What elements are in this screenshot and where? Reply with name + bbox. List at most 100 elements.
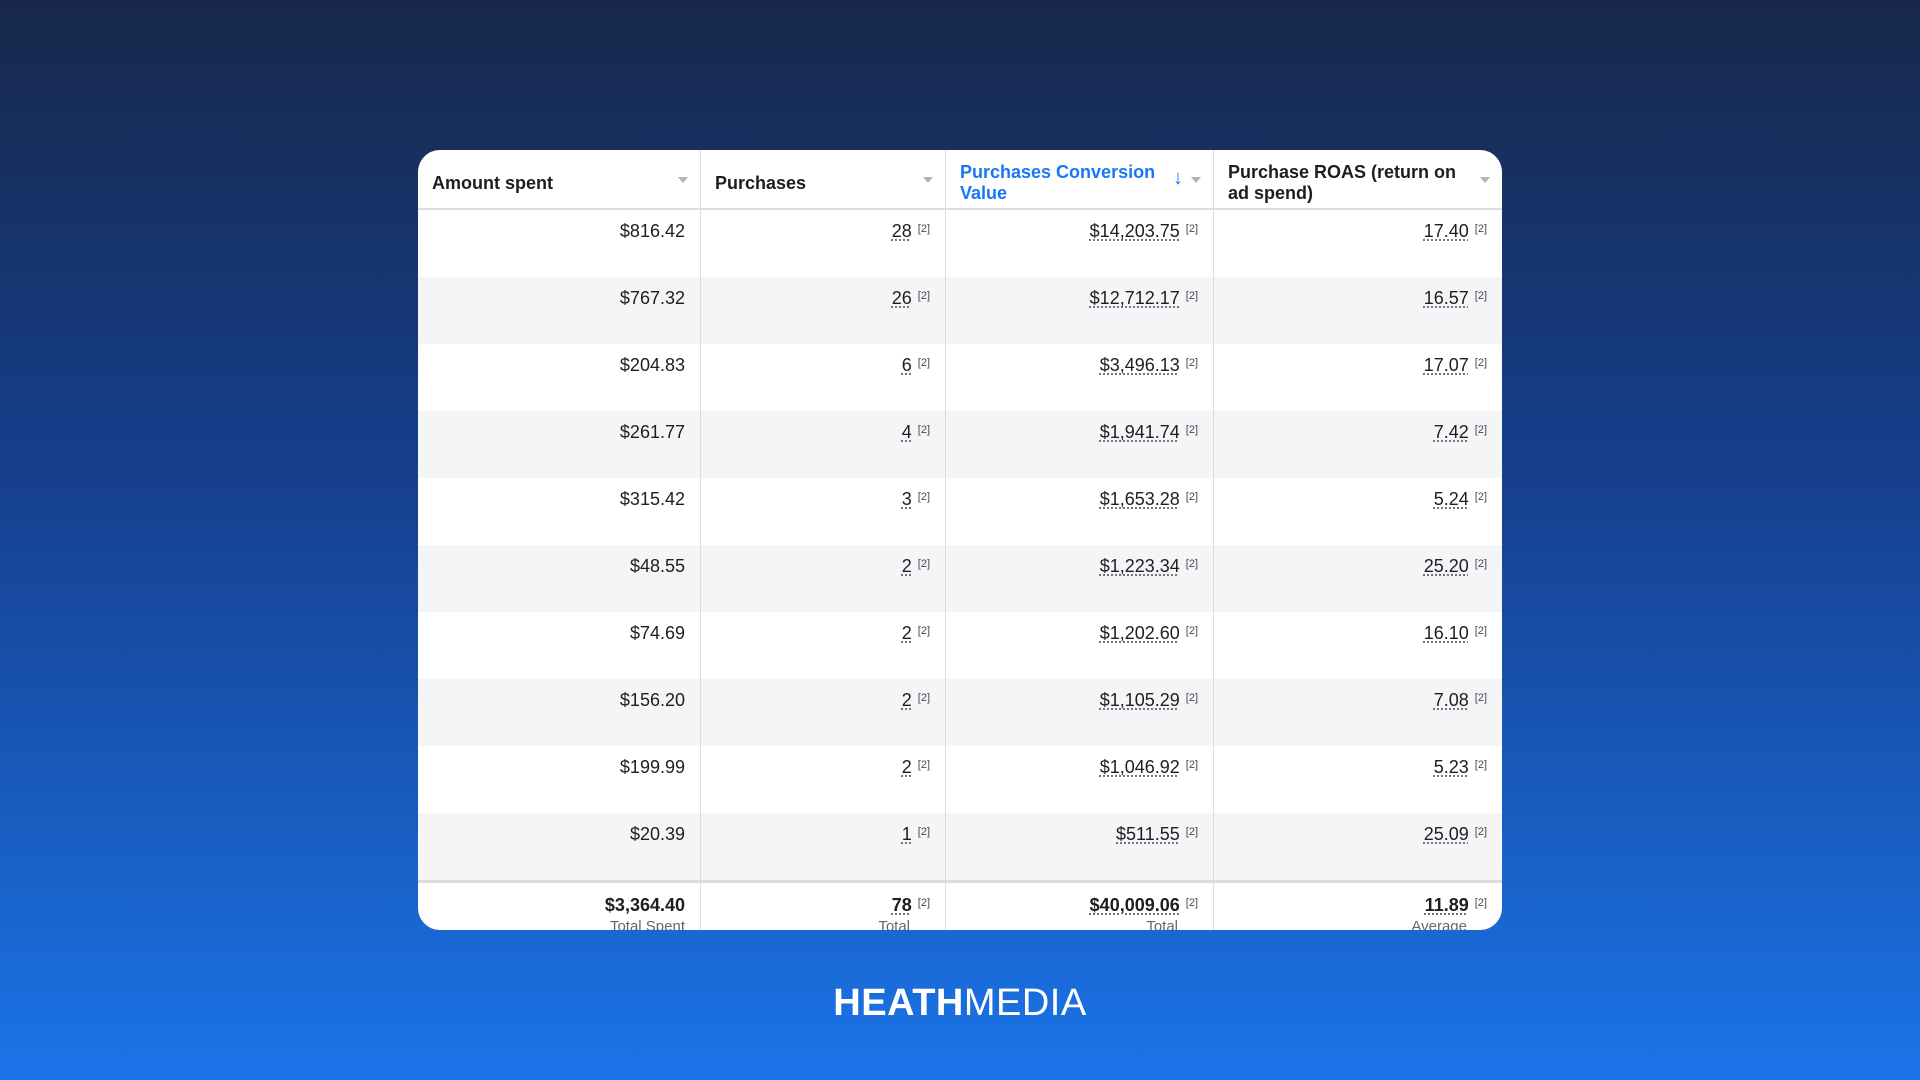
cell-value[interactable]: 17.07	[1424, 355, 1469, 375]
cell-value[interactable]: 7.08	[1434, 690, 1469, 710]
footnote-marker[interactable]: [2]	[1186, 625, 1198, 637]
footnote-marker[interactable]: [2]	[918, 223, 930, 235]
column-header-amount-spent[interactable]: Amount spent	[418, 150, 700, 208]
cell-value[interactable]: $1,202.60	[1100, 623, 1180, 643]
footnote-marker[interactable]: [2]	[1475, 223, 1487, 235]
footnote-marker[interactable]: [2]	[1475, 826, 1487, 838]
footnote-marker[interactable]: [2]	[1186, 357, 1198, 369]
cell-roas: 5.24 [2]	[1213, 478, 1502, 545]
footnote-marker[interactable]: [2]	[918, 290, 930, 302]
footnote-marker[interactable]: [2]	[1186, 424, 1198, 436]
caret-down-icon[interactable]	[678, 177, 688, 183]
cell-value[interactable]: 25.09	[1424, 824, 1469, 844]
cell-value[interactable]: 5.24	[1434, 489, 1469, 509]
footnote-marker[interactable]: [2]	[1475, 357, 1487, 369]
table-row: $204.83 6 [2] $3,496.13 [2] 17.07 [2]	[418, 344, 1502, 411]
column-header-label: Amount spent	[432, 172, 553, 193]
cell-value[interactable]: 2	[902, 690, 912, 710]
cell-conversion-value: $511.55 [2]	[945, 813, 1213, 880]
footnote-marker[interactable]: [2]	[1475, 692, 1487, 704]
table-row: $315.42 3 [2] $1,653.28 [2] 5.24 [2]	[418, 478, 1502, 545]
cell-value[interactable]: 25.20	[1424, 556, 1469, 576]
footnote-marker[interactable]: [2]	[1475, 491, 1487, 503]
cell-value[interactable]: 17.40	[1424, 221, 1469, 241]
footnote-marker[interactable]: [2]	[918, 759, 930, 771]
footnote-marker[interactable]: [2]	[1475, 897, 1487, 909]
cell-value[interactable]: 5.23	[1434, 757, 1469, 777]
footnote-marker[interactable]: [2]	[1186, 759, 1198, 771]
cell-value[interactable]: $1,223.34	[1100, 556, 1180, 576]
cell-value[interactable]: 16.57	[1424, 288, 1469, 308]
cell-value[interactable]: 1	[902, 824, 912, 844]
total-label: Total	[878, 918, 910, 930]
caret-down-icon[interactable]	[1480, 177, 1490, 183]
cell-value[interactable]: 2	[902, 623, 912, 643]
table-row: $20.39 1 [2] $511.55 [2] 25.09 [2]	[418, 813, 1502, 880]
cell-value[interactable]: 16.10	[1424, 623, 1469, 643]
footnote-marker[interactable]: [2]	[1186, 223, 1198, 235]
footnote-marker[interactable]: [2]	[1475, 290, 1487, 302]
cell-value[interactable]: 6	[902, 355, 912, 375]
total-value[interactable]: 78	[892, 895, 912, 915]
cell-value[interactable]: 2	[902, 556, 912, 576]
column-header-purchases-conversion-value[interactable]: Purchases Conversion Value ↓	[945, 150, 1213, 208]
footnote-marker[interactable]: [2]	[918, 424, 930, 436]
cell-conversion-value: $1,653.28 [2]	[945, 478, 1213, 545]
cell-value[interactable]: $14,203.75	[1090, 221, 1180, 241]
caret-down-icon[interactable]	[923, 177, 933, 183]
cell-value[interactable]: 28	[892, 221, 912, 241]
cell-roas: 7.08 [2]	[1213, 679, 1502, 746]
cell-value[interactable]: 26	[892, 288, 912, 308]
cell-value: $48.55	[629, 556, 685, 576]
cell-value: $767.32	[619, 288, 685, 308]
cell-value[interactable]: $12,712.17	[1090, 288, 1180, 308]
column-header-purchases[interactable]: Purchases	[700, 150, 945, 208]
cell-roas: 16.10 [2]	[1213, 612, 1502, 679]
footnote-marker[interactable]: [2]	[1475, 558, 1487, 570]
footnote-marker[interactable]: [2]	[1475, 759, 1487, 771]
footnote-marker[interactable]: [2]	[1186, 897, 1198, 909]
footnote-marker[interactable]: [2]	[1186, 491, 1198, 503]
cell-purchases: 2 [2]	[700, 679, 945, 746]
footnote-marker[interactable]: [2]	[918, 826, 930, 838]
footnote-marker[interactable]: [2]	[918, 558, 930, 570]
footnote-marker[interactable]: [2]	[1186, 826, 1198, 838]
cell-value[interactable]: 3	[902, 489, 912, 509]
column-header-label: Purchases	[715, 172, 807, 193]
column-header-purchase-roas[interactable]: Purchase ROAS (return on ad spend)	[1213, 150, 1502, 208]
footnote-marker[interactable]: [2]	[918, 491, 930, 503]
total-value[interactable]: 11.89	[1425, 895, 1469, 915]
footnote-marker[interactable]: [2]	[918, 625, 930, 637]
caret-down-icon[interactable]	[1191, 177, 1201, 183]
totals-row: $3,364.40 Total Spent 78 [2] Total $40,00…	[418, 880, 1502, 930]
cell-amount-spent: $156.20	[418, 679, 700, 746]
footnote-marker[interactable]: [2]	[918, 897, 930, 909]
table-row: $48.55 2 [2] $1,223.34 [2] 25.20 [2]	[418, 545, 1502, 612]
cell-value: $816.42	[619, 221, 685, 241]
cell-value[interactable]: $3,496.13	[1100, 355, 1180, 375]
cell-amount-spent: $816.42	[418, 210, 700, 277]
cell-conversion-value: $1,223.34 [2]	[945, 545, 1213, 612]
cell-purchases: 3 [2]	[700, 478, 945, 545]
total-amount-spent: $3,364.40 Total Spent	[418, 883, 700, 930]
cell-value[interactable]: $1,653.28	[1100, 489, 1180, 509]
footnote-marker[interactable]: [2]	[1186, 692, 1198, 704]
footnote-marker[interactable]: [2]	[1475, 625, 1487, 637]
footnote-marker[interactable]: [2]	[918, 357, 930, 369]
cell-value[interactable]: $511.55	[1116, 824, 1180, 844]
sort-descending-icon[interactable]: ↓	[1173, 168, 1183, 189]
cell-value[interactable]: $1,941.74	[1100, 422, 1180, 442]
cell-purchases: 4 [2]	[700, 411, 945, 478]
cell-value: $156.20	[619, 690, 685, 710]
cell-value[interactable]: $1,105.29	[1100, 690, 1180, 710]
cell-value[interactable]: 7.42	[1434, 422, 1469, 442]
cell-value[interactable]: 4	[902, 422, 912, 442]
footnote-marker[interactable]: [2]	[1475, 424, 1487, 436]
cell-value[interactable]: $1,046.92	[1100, 757, 1180, 777]
cell-conversion-value: $1,105.29 [2]	[945, 679, 1213, 746]
total-value[interactable]: $40,009.06	[1090, 895, 1180, 915]
footnote-marker[interactable]: [2]	[918, 692, 930, 704]
cell-value[interactable]: 2	[902, 757, 912, 777]
footnote-marker[interactable]: [2]	[1186, 290, 1198, 302]
footnote-marker[interactable]: [2]	[1186, 558, 1198, 570]
